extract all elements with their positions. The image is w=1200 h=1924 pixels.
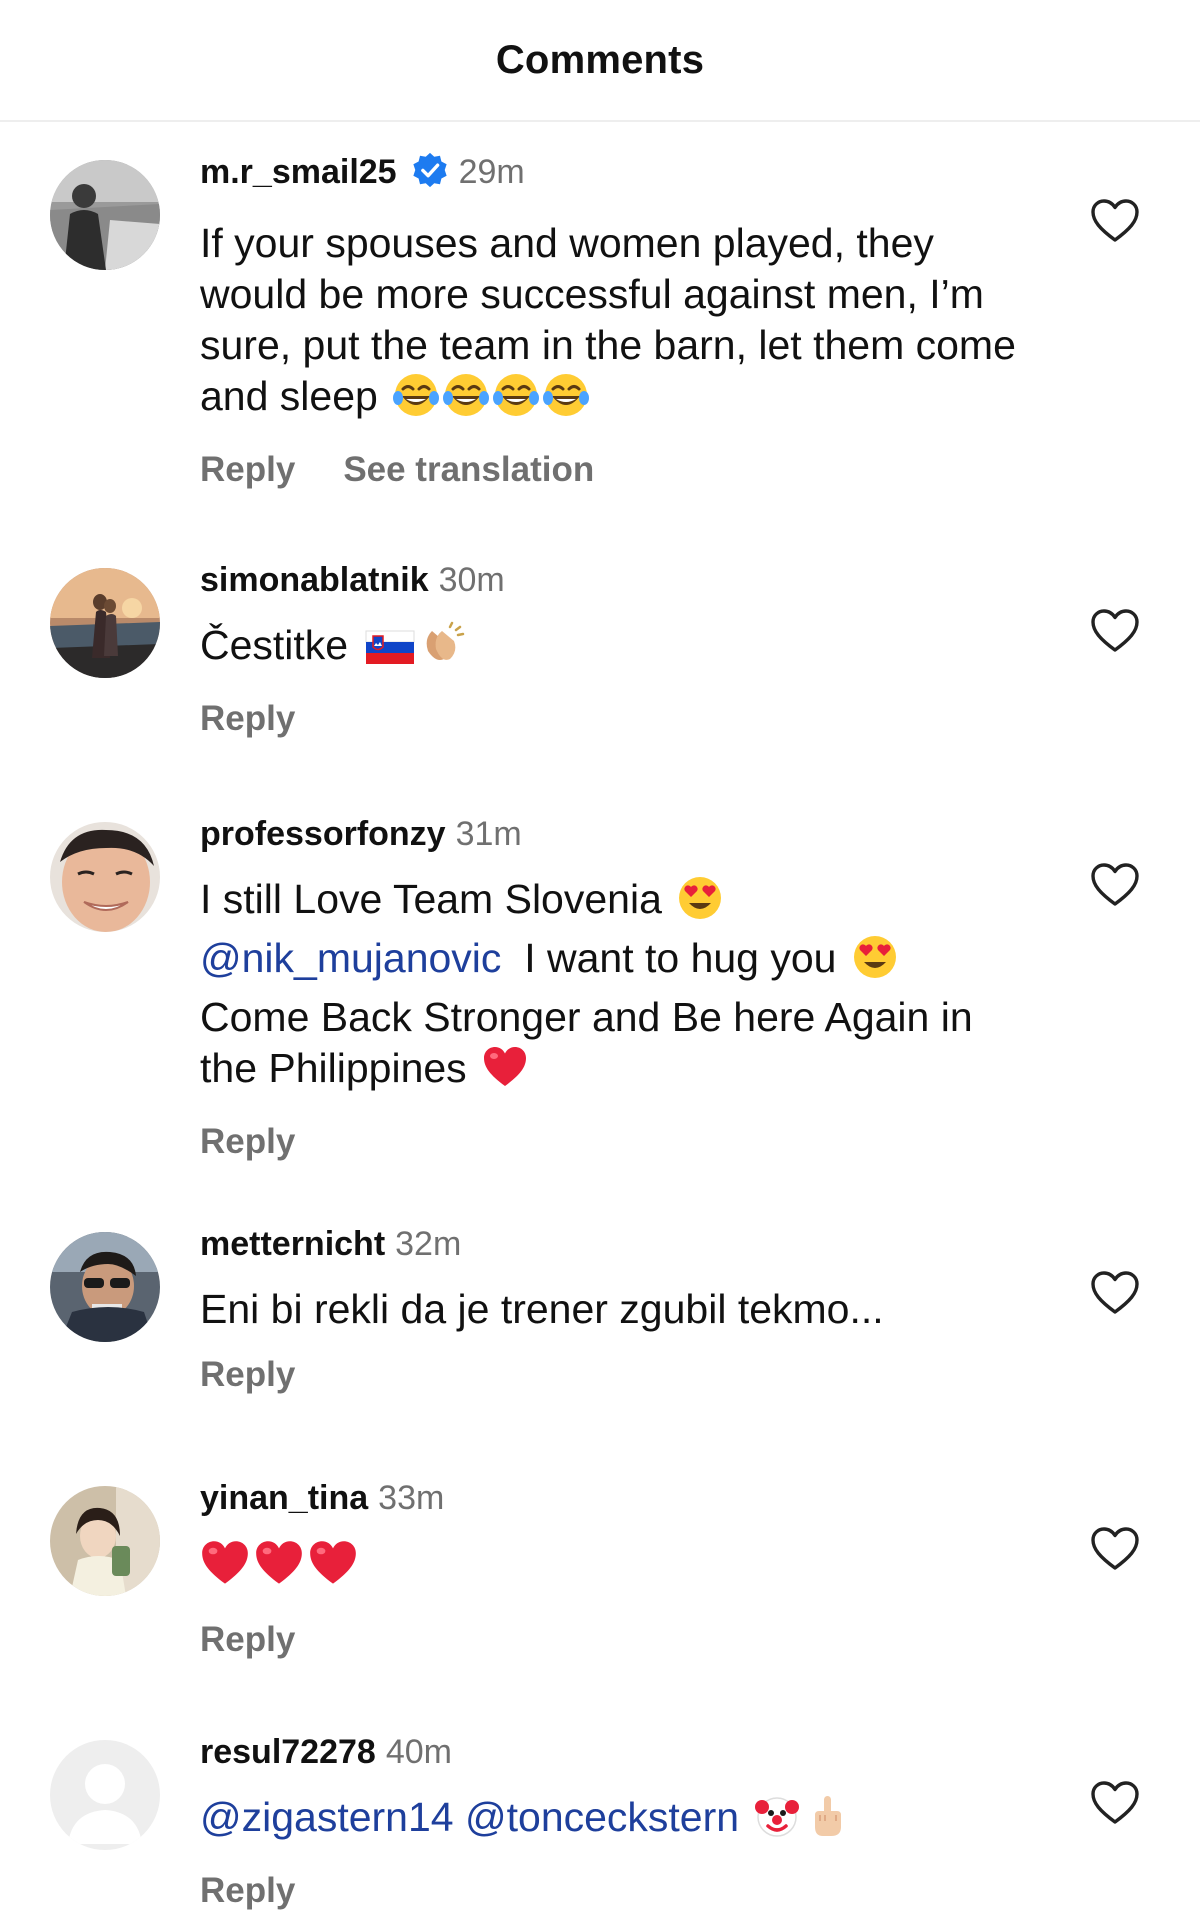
comment-meta: m.r_smail25 29m	[200, 150, 1040, 200]
timestamp: 40m	[385, 1733, 452, 1771]
username[interactable]: m.r_smail25	[200, 153, 397, 191]
avatar[interactable]	[50, 1740, 160, 1850]
reply-button[interactable]: Reply	[200, 699, 295, 738]
comment-actions: Reply See translation	[200, 448, 1040, 492]
comments-sheet: Comments m.r_smail25 29m If your spouses …	[0, 0, 1200, 1924]
comment-text-line2: I want to hug you	[524, 935, 837, 981]
clown-face-icon	[754, 1793, 800, 1851]
page-title: Comments	[495, 37, 705, 82]
like-heart-icon[interactable]	[1090, 1270, 1140, 1316]
comment-text	[200, 1538, 1040, 1600]
username[interactable]: resul72278	[200, 1733, 376, 1771]
slovenia-flag-icon	[364, 627, 416, 679]
red-heart-icon	[200, 1538, 250, 1600]
comment-text: Eni bi rekli da je trener zgubil tekmo..…	[200, 1284, 1040, 1335]
timestamp: 31m	[455, 815, 522, 853]
timestamp: 32m	[395, 1225, 462, 1263]
reply-button[interactable]: Reply	[200, 1620, 295, 1659]
middle-finger-icon	[804, 1793, 850, 1851]
comment-actions: Reply	[200, 1120, 1040, 1164]
like-heart-icon[interactable]	[1090, 862, 1140, 908]
comment-text-line1: I still Love Team Slovenia	[200, 876, 662, 922]
mention-link[interactable]: @nik_mujanovic	[200, 935, 501, 981]
avatar[interactable]	[50, 568, 160, 678]
tears-of-joy-icon	[393, 372, 439, 430]
comment-text: Čestitke	[200, 620, 1040, 679]
username[interactable]: yinan_tina	[200, 1479, 368, 1517]
comment-text: I still Love Team Slovenia @nik_mujanovi…	[200, 874, 1040, 1102]
comment-actions: Reply	[200, 697, 1040, 741]
tears-of-joy-icon	[443, 372, 489, 430]
red-heart-icon	[482, 1044, 528, 1102]
username[interactable]: metternicht	[200, 1225, 385, 1263]
avatar[interactable]	[50, 822, 160, 932]
verified-badge-icon	[411, 151, 449, 200]
comment-text: If your spouses and women played, they w…	[200, 218, 1040, 430]
comment-text-line3: Come Back Stronger and Be here Again in …	[200, 994, 973, 1091]
comment-meta: simonablatnik 30m	[200, 558, 1040, 602]
comment-text: @zigastern14 @tonceckstern	[200, 1792, 1040, 1851]
like-heart-icon[interactable]	[1090, 1780, 1140, 1826]
heart-eyes-icon	[852, 934, 898, 992]
username[interactable]: simonablatnik	[200, 561, 429, 599]
reply-button[interactable]: Reply	[200, 450, 295, 489]
red-heart-icon	[254, 1538, 304, 1600]
mention-link[interactable]: @tonceckstern	[465, 1794, 739, 1840]
comment-actions: Reply	[200, 1618, 1040, 1662]
reply-button[interactable]: Reply	[200, 1122, 295, 1161]
comment-text-content: Čestitke	[200, 622, 349, 668]
like-heart-icon[interactable]	[1090, 1526, 1140, 1572]
comment-meta: resul72278 40m	[200, 1730, 1040, 1774]
comment-meta: professorfonzy 31m	[200, 812, 1040, 856]
tears-of-joy-icon	[543, 372, 589, 430]
comment-meta: metternicht 32m	[200, 1222, 1040, 1266]
timestamp: 30m	[438, 561, 505, 599]
avatar[interactable]	[50, 1232, 160, 1342]
see-translation-button[interactable]: See translation	[343, 450, 594, 489]
comments-header: Comments	[0, 0, 1200, 122]
red-heart-icon	[308, 1538, 358, 1600]
timestamp: 29m	[458, 153, 525, 191]
comment-actions: Reply	[200, 1869, 1040, 1913]
avatar[interactable]	[50, 1486, 160, 1596]
like-heart-icon[interactable]	[1090, 608, 1140, 654]
reply-button[interactable]: Reply	[200, 1871, 295, 1910]
username[interactable]: professorfonzy	[200, 815, 446, 853]
comment-meta: yinan_tina 33m	[200, 1476, 1040, 1520]
timestamp: 33m	[378, 1479, 445, 1517]
mention-link[interactable]: @zigastern14	[200, 1794, 454, 1840]
comment-text-content: If your spouses and women played, they w…	[200, 220, 1016, 419]
clapping-hands-icon	[420, 621, 466, 679]
comment-actions: Reply	[200, 1353, 1040, 1397]
heart-eyes-icon	[677, 875, 723, 933]
like-heart-icon[interactable]	[1090, 198, 1140, 244]
tears-of-joy-icon	[493, 372, 539, 430]
reply-button[interactable]: Reply	[200, 1355, 295, 1394]
comment-text-content: Eni bi rekli da je trener zgubil tekmo..…	[200, 1286, 884, 1332]
avatar[interactable]	[50, 160, 160, 270]
